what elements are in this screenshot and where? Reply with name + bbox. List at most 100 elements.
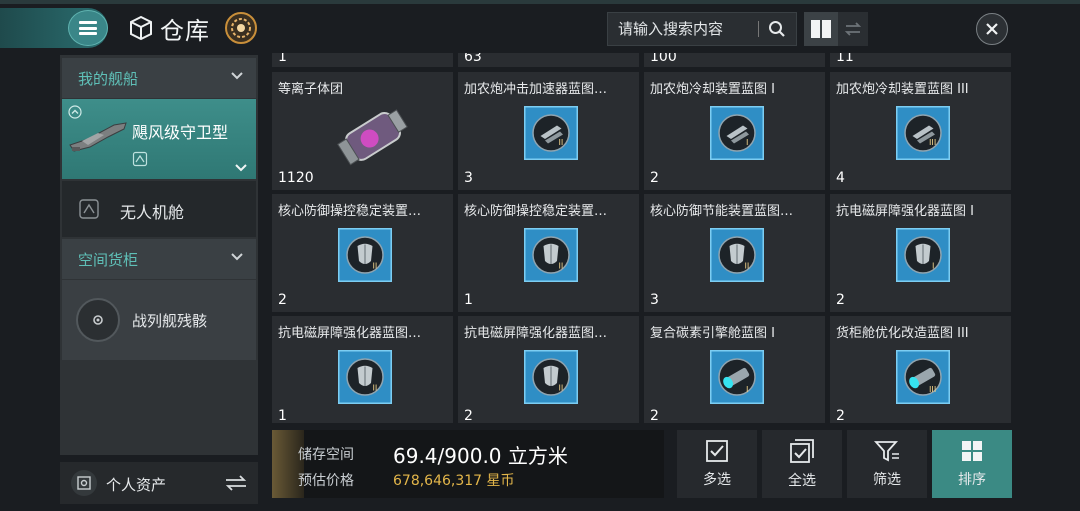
filter-label: 筛选 xyxy=(873,472,901,488)
item-quantity: 4 xyxy=(836,170,845,186)
chevron-down-icon xyxy=(235,164,247,172)
title-area: 仓库 xyxy=(128,11,258,45)
select-all-button[interactable]: 全选 xyxy=(762,430,842,498)
page-title: 仓库 xyxy=(160,16,210,45)
grid-cell-partial[interactable]: 11 xyxy=(830,53,1011,67)
svg-text:III: III xyxy=(929,384,936,394)
grid-cell-item[interactable]: 抗电磁屏障强化器蓝图… II 2 xyxy=(458,316,639,423)
shield-blueprint-icon: I xyxy=(896,228,950,282)
section-label: 我的舰船 xyxy=(78,69,139,88)
wreck-label: 战列舰残骸 xyxy=(132,312,208,330)
transfer-icon[interactable] xyxy=(224,475,248,491)
engine-blueprint-icon: I xyxy=(710,350,764,404)
checkbox-icon xyxy=(706,440,728,462)
item-quantity: 1120 xyxy=(278,170,314,186)
item-quantity: 2 xyxy=(278,292,287,308)
sort-button[interactable]: 排序 xyxy=(932,430,1012,498)
svg-text:III: III xyxy=(929,137,936,147)
svg-text:II: II xyxy=(745,261,750,271)
select-all-label: 全选 xyxy=(788,473,816,489)
search-box xyxy=(607,12,797,46)
shield-blueprint-icon: II xyxy=(524,350,578,404)
engine-blueprint-icon: III xyxy=(896,350,950,404)
item-quantity: 3 xyxy=(650,292,659,308)
personal-assets-button[interactable]: 个人资产 xyxy=(60,462,258,504)
sort-label: 排序 xyxy=(958,472,986,488)
shield-blueprint-icon: II xyxy=(338,228,392,282)
item-quantity: 100 xyxy=(650,53,677,65)
svg-text:II: II xyxy=(373,261,378,271)
item-quantity: 2 xyxy=(650,170,659,186)
search-input[interactable] xyxy=(608,20,758,38)
shield-blueprint-icon: II xyxy=(338,350,392,404)
grid-cell-item[interactable]: 抗电磁屏障强化器蓝图… II 1 xyxy=(272,316,453,423)
item-name: 抗电磁屏障强化器蓝图… xyxy=(464,326,608,341)
close-button[interactable] xyxy=(976,13,1008,45)
item-name: 核心防御操控稳定装置… xyxy=(278,204,422,219)
shield-blueprint-icon: II xyxy=(710,228,764,282)
cannon-blueprint-icon: I xyxy=(710,106,764,160)
section-space-cargo[interactable]: 空间货柜 xyxy=(62,239,256,279)
grid-cell-partial[interactable]: 100 xyxy=(644,53,825,67)
chevron-down-icon xyxy=(231,253,243,261)
top-rule xyxy=(0,0,1080,4)
grid-cell-item[interactable]: 复合碳素引擎舱蓝图 I I 2 xyxy=(644,316,825,423)
item-name: 抗电磁屏障强化器蓝图 I xyxy=(836,204,974,219)
storage-value: 69.4/900.0 立方米 xyxy=(393,444,568,468)
item-quantity: 2 xyxy=(836,292,845,308)
sidebar-item-wreck[interactable]: 战列舰残骸 xyxy=(62,280,256,360)
grid-cell-item[interactable]: 核心防御操控稳定装置… II 2 xyxy=(272,194,453,312)
assets-icon xyxy=(71,470,97,496)
select-all-icon xyxy=(790,439,814,463)
plasma-canister-icon xyxy=(337,109,408,166)
grid-cell-item[interactable]: 抗电磁屏障强化器蓝图 I I 2 xyxy=(830,194,1011,312)
swap-view-icon[interactable] xyxy=(838,12,868,46)
grid-cell-partial[interactable]: 63 xyxy=(458,53,639,67)
sidebar-item-drone-bay[interactable]: 无人机舱 xyxy=(62,181,256,237)
cannon-blueprint-icon: II xyxy=(524,106,578,160)
grid-cell-partial[interactable]: 1 xyxy=(272,53,453,67)
multi-select-label: 多选 xyxy=(703,472,731,488)
grid-cell-item[interactable]: 货柜舱优化改造蓝图 III III 2 xyxy=(830,316,1011,423)
svg-text:II: II xyxy=(559,137,564,147)
svg-text:I: I xyxy=(746,384,748,394)
grid-cell-item[interactable]: 加农炮冷却装置蓝图 III III 4 xyxy=(830,72,1011,190)
hangar-icon xyxy=(132,151,148,167)
grid-cell-item[interactable]: 等离子体团 1120 xyxy=(272,72,453,190)
item-name: 货柜舱优化改造蓝图 III xyxy=(836,326,969,341)
svg-text:II: II xyxy=(559,383,564,393)
orbit-icon[interactable] xyxy=(224,11,258,45)
section-my-ships[interactable]: 我的舰船 xyxy=(62,58,256,98)
cannon-blueprint-icon: III xyxy=(896,106,950,160)
multi-select-button[interactable]: 多选 xyxy=(677,430,757,498)
cube-icon xyxy=(130,15,152,41)
svg-text:I: I xyxy=(746,137,748,147)
sidebar-item-selected-ship[interactable]: 飓风级守卫型 xyxy=(62,99,256,179)
item-quantity: 2 xyxy=(836,408,845,423)
item-quantity: 1 xyxy=(278,53,287,65)
item-quantity: 11 xyxy=(836,53,854,65)
price-label: 预估价格 xyxy=(298,473,354,489)
ship-name: 飓风级守卫型 xyxy=(132,123,229,142)
svg-text:I: I xyxy=(932,261,934,271)
svg-text:II: II xyxy=(559,261,564,271)
item-name: 加农炮冷却装置蓝图 III xyxy=(836,82,969,97)
grid-view-icon[interactable] xyxy=(804,12,838,46)
search-icon[interactable] xyxy=(759,13,795,45)
grid-cell-item[interactable]: 加农炮冲击加速器蓝图… II 3 xyxy=(458,72,639,190)
hamburger-icon xyxy=(79,21,97,35)
filter-button[interactable]: 筛选 xyxy=(847,430,927,498)
item-quantity: 3 xyxy=(464,170,473,186)
item-name: 核心防御操控稳定装置… xyxy=(464,204,608,219)
view-toggle xyxy=(804,12,868,46)
item-name: 加农炮冲击加速器蓝图… xyxy=(464,82,608,97)
item-quantity: 2 xyxy=(650,408,659,423)
grid-cell-item[interactable]: 核心防御节能装置蓝图… II 3 xyxy=(644,194,825,312)
grid-cell-item[interactable]: 加农炮冷却装置蓝图 I I 2 xyxy=(644,72,825,190)
item-name: 核心防御节能装置蓝图… xyxy=(650,204,794,219)
grid-cell-item[interactable]: 核心防御操控稳定装置… II 1 xyxy=(458,194,639,312)
drone-bay-label: 无人机舱 xyxy=(120,203,185,222)
menu-button[interactable] xyxy=(68,10,108,46)
shield-blueprint-icon: II xyxy=(524,228,578,282)
section-label: 空间货柜 xyxy=(78,250,139,269)
